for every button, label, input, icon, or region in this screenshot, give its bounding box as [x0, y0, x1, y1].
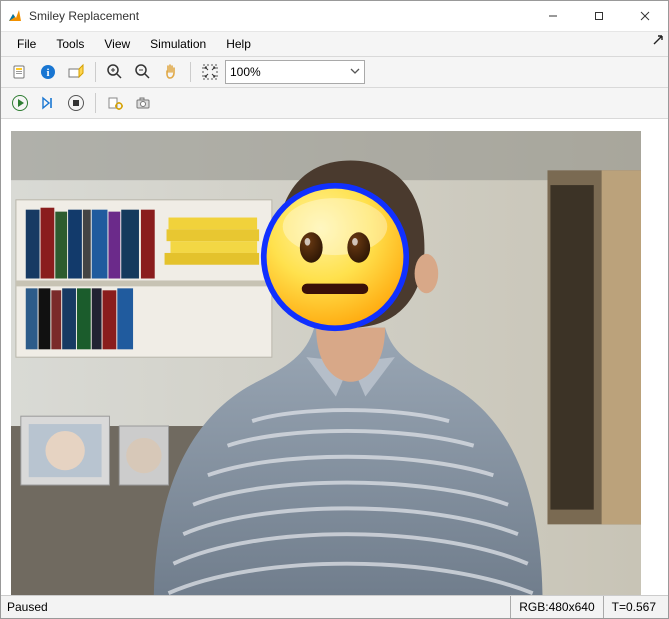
video-canvas: [1, 119, 668, 595]
separator: [95, 93, 96, 113]
menu-simulation[interactable]: Simulation: [140, 35, 216, 53]
undock-icon[interactable]: [652, 34, 664, 49]
smiley-overlay: [259, 181, 411, 333]
new-model-button[interactable]: [7, 59, 33, 85]
snapshot-button[interactable]: [130, 90, 156, 116]
menu-tools[interactable]: Tools: [46, 35, 94, 53]
zoom-out-button[interactable]: [130, 59, 156, 85]
play-button[interactable]: [7, 90, 33, 116]
separator: [95, 62, 96, 82]
step-forward-button[interactable]: [35, 90, 61, 116]
settings-button[interactable]: [102, 90, 128, 116]
titlebar: Smiley Replacement: [1, 1, 668, 32]
menu-help[interactable]: Help: [216, 35, 261, 53]
statusbar: Paused RGB:480x640 T=0.567: [1, 595, 668, 618]
window-root: Smiley Replacement File Tools View Simul…: [0, 0, 669, 619]
minimize-button[interactable]: [530, 1, 576, 31]
toolbar-main: i 100%: [1, 57, 668, 88]
svg-text:i: i: [46, 67, 49, 79]
status-time: T=0.567: [603, 596, 664, 618]
zoom-in-button[interactable]: [102, 59, 128, 85]
menu-file[interactable]: File: [7, 35, 46, 53]
close-button[interactable]: [622, 1, 668, 31]
separator: [190, 62, 191, 82]
stop-button[interactable]: [63, 90, 89, 116]
toolbar-simulation: [1, 88, 668, 119]
fit-view-button[interactable]: [197, 59, 223, 85]
highlight-button[interactable]: [63, 59, 89, 85]
matlab-icon: [7, 8, 23, 24]
status-resolution: RGB:480x640: [510, 596, 602, 618]
status-state: Paused: [5, 600, 510, 614]
window-controls: [530, 1, 668, 31]
menubar: File Tools View Simulation Help: [1, 32, 668, 57]
info-button[interactable]: i: [35, 59, 61, 85]
pan-button[interactable]: [158, 59, 184, 85]
maximize-button[interactable]: [576, 1, 622, 31]
zoom-level-value: 100%: [230, 65, 261, 79]
window-title: Smiley Replacement: [29, 9, 530, 23]
video-frame: [11, 131, 641, 595]
chevron-down-icon: [350, 65, 360, 79]
menu-view[interactable]: View: [94, 35, 140, 53]
zoom-level-select[interactable]: 100%: [225, 60, 365, 84]
